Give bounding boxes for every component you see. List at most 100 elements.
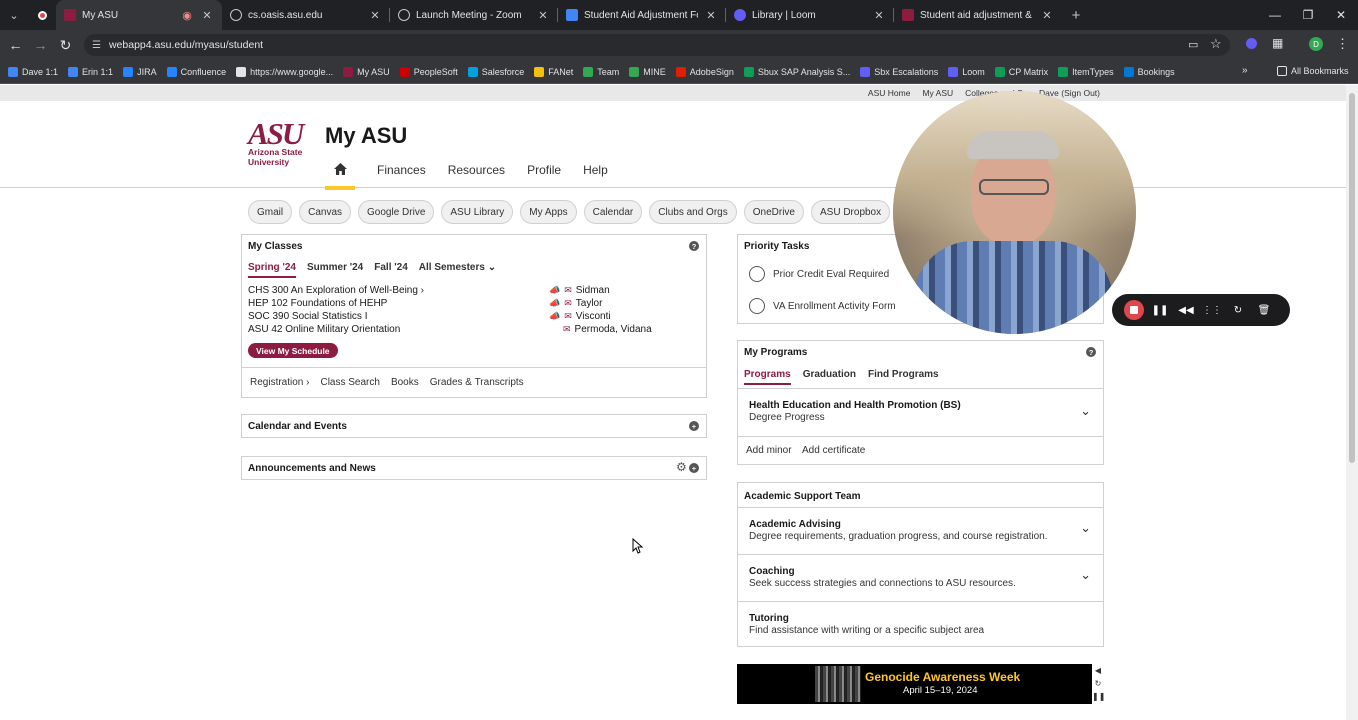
asu-logo[interactable]: ASU Arizona State University (248, 118, 318, 172)
instructor-link[interactable]: Permoda, Vidana (575, 324, 652, 335)
bookmark-item[interactable]: FANet (529, 66, 578, 77)
bookmark-item[interactable]: AdobeSign (671, 66, 739, 77)
class-link[interactable]: ASU 42 Online Military Orientation (248, 324, 400, 335)
quick-link-pill[interactable]: ASU Dropbox (810, 200, 891, 224)
restore-icon[interactable]: ❐ (1291, 0, 1325, 30)
bookmark-star-icon[interactable]: ☆ (1210, 36, 1222, 52)
close-window-icon[interactable]: ✕ (1324, 0, 1358, 30)
tab-my-asu[interactable]: My ASU ◉ ✕ (56, 0, 222, 30)
expand-plus-icon[interactable]: + (689, 421, 699, 431)
quick-link-pill[interactable]: OneDrive (743, 200, 804, 224)
instructor-link[interactable]: Sidman (576, 285, 610, 296)
priority-task-item[interactable]: Prior Credit Eval Required (738, 258, 898, 290)
quick-link-pill[interactable]: My Apps (520, 200, 577, 224)
pause-icon[interactable]: ❚❚ (1092, 690, 1105, 703)
close-tab-icon[interactable]: ✕ (872, 9, 886, 22)
bookmark-item[interactable]: ItemTypes (1053, 66, 1119, 77)
home-nav-item[interactable] (325, 163, 355, 190)
quick-link-pill[interactable]: Canvas (299, 200, 352, 224)
instructor-link[interactable]: Taylor (576, 298, 603, 309)
bookmark-item[interactable]: Salesforce (463, 66, 530, 77)
kebab-menu-icon[interactable]: ⋮ (1336, 36, 1349, 52)
tab-graduation[interactable]: Graduation (803, 369, 856, 385)
tab-programs[interactable]: Programs (744, 369, 791, 385)
stop-recording-button[interactable] (1124, 300, 1144, 320)
close-tab-icon[interactable]: ✕ (1040, 9, 1054, 22)
mail-icon[interactable]: ✉ (563, 324, 571, 335)
bookmark-item[interactable]: Sbx Escalations (855, 66, 943, 77)
bookmark-item[interactable]: Bookings (1119, 66, 1180, 77)
chevron-down-icon[interactable]: ⌄ (1080, 403, 1091, 419)
help-icon[interactable]: ? (1086, 347, 1096, 357)
books-link[interactable]: Books (391, 377, 419, 388)
close-tab-icon[interactable]: ✕ (200, 9, 214, 22)
bookmark-item[interactable]: Sbux SAP Analysis S... (739, 66, 855, 77)
calendar-events-panel[interactable]: Calendar and Events + (241, 414, 707, 438)
megaphone-icon[interactable]: 📣 (549, 311, 560, 322)
expand-plus-icon[interactable]: + (689, 463, 699, 473)
bookmark-item[interactable]: PeopleSoft (395, 66, 463, 77)
tab-all-semesters[interactable]: All Semesters ⌄ (419, 262, 496, 278)
url-field[interactable]: ☰ webapp4.asu.edu/myasu/student (84, 34, 1230, 56)
tab-loom-library[interactable]: Library | Loom ✕ (726, 0, 894, 30)
class-link[interactable]: HEP 102 Foundations of HEHP (248, 298, 387, 309)
gear-icon[interactable]: ⚙ (676, 460, 687, 474)
nav-resources[interactable]: Resources (448, 163, 505, 178)
tab-cs-oasis[interactable]: cs.oasis.asu.edu ✕ (222, 0, 390, 30)
support-item[interactable]: Tutoring Find assistance with writing or… (738, 601, 1103, 647)
bookmark-item[interactable]: MINE (624, 66, 671, 77)
mail-icon[interactable]: ✉ (564, 298, 572, 309)
support-item[interactable]: Academic Advising Degree requirements, g… (738, 507, 1103, 554)
more-bookmarks-icon[interactable]: » (1242, 65, 1248, 76)
bookmark-item[interactable]: Confluence (162, 66, 232, 77)
new-tab-icon[interactable]: + (1062, 0, 1090, 30)
nav-profile[interactable]: Profile (527, 163, 561, 178)
nav-finances[interactable]: Finances (377, 163, 426, 178)
bookmark-item[interactable]: JIRA (118, 66, 162, 77)
tab-fall-24[interactable]: Fall '24 (374, 262, 408, 278)
bookmark-item[interactable]: Dave 1:1 (3, 66, 63, 77)
support-item[interactable]: Coaching Seek success strategies and con… (738, 554, 1103, 601)
chevron-down-icon[interactable]: ⌄ (1080, 567, 1091, 583)
tab-student-aid-adjustment[interactable]: Student aid adjustment & retur ✕ (894, 0, 1062, 30)
bookmark-item[interactable]: Team (578, 66, 624, 77)
tab-search-icon[interactable]: ⌄ (0, 0, 28, 30)
mail-icon[interactable]: ✉ (564, 311, 572, 322)
prev-icon[interactable]: ◀ (1092, 664, 1104, 677)
add-certificate-link[interactable]: Add certificate (802, 445, 865, 456)
forward-arrow-icon[interactable]: → (28, 37, 53, 53)
site-info-icon[interactable]: ☰ (92, 40, 101, 51)
all-bookmarks-folder[interactable]: All Bookmarks (1272, 66, 1354, 76)
trash-icon[interactable]: 🗑 (1254, 300, 1274, 320)
drag-handle-icon[interactable]: ⋮⋮ (1202, 300, 1222, 320)
genocide-awareness-banner[interactable]: Genocide Awareness Week April 15–19, 202… (737, 664, 1092, 704)
tab-spring-24[interactable]: Spring '24 (248, 262, 296, 278)
mail-icon[interactable]: ✉ (564, 285, 572, 296)
instructor-link[interactable]: Visconti (576, 311, 611, 322)
quick-link-pill[interactable]: ASU Library (441, 200, 514, 224)
page-scrollbar[interactable] (1346, 85, 1358, 720)
class-search-link[interactable]: Class Search (320, 377, 379, 388)
rewind-icon[interactable]: ◀◀ (1176, 300, 1196, 320)
registration-link[interactable]: Registration › (250, 377, 309, 388)
reload-icon[interactable]: ↻ (53, 37, 78, 54)
scrollbar-thumb[interactable] (1349, 93, 1355, 463)
bookmark-item[interactable]: Erin 1:1 (63, 66, 118, 77)
tab-summer-24[interactable]: Summer '24 (307, 262, 363, 278)
quick-link-pill[interactable]: Calendar (583, 200, 643, 224)
class-link[interactable]: CHS 300 An Exploration of Well-Being › (248, 285, 424, 296)
restart-icon[interactable]: ↻ (1228, 300, 1248, 320)
pause-recording-icon[interactable]: ❚❚ (1150, 300, 1170, 320)
profile-avatar[interactable]: D (1309, 37, 1323, 51)
loom-webcam-bubble[interactable] (893, 91, 1136, 334)
grades-transcripts-link[interactable]: Grades & Transcripts (430, 377, 524, 388)
refresh-icon[interactable]: ↻ (1092, 677, 1104, 690)
close-tab-icon[interactable]: ✕ (704, 9, 718, 22)
quick-link-pill[interactable]: Gmail (248, 200, 293, 224)
close-tab-icon[interactable]: ✕ (536, 9, 550, 22)
quick-link-pill[interactable]: Clubs and Orgs (649, 200, 737, 224)
extensions-puzzle-icon[interactable]: ▦ (1272, 36, 1283, 50)
chevron-down-icon[interactable]: ⌄ (1080, 520, 1091, 536)
help-icon[interactable]: ? (689, 241, 699, 251)
bookmark-item[interactable]: My ASU (338, 66, 395, 77)
